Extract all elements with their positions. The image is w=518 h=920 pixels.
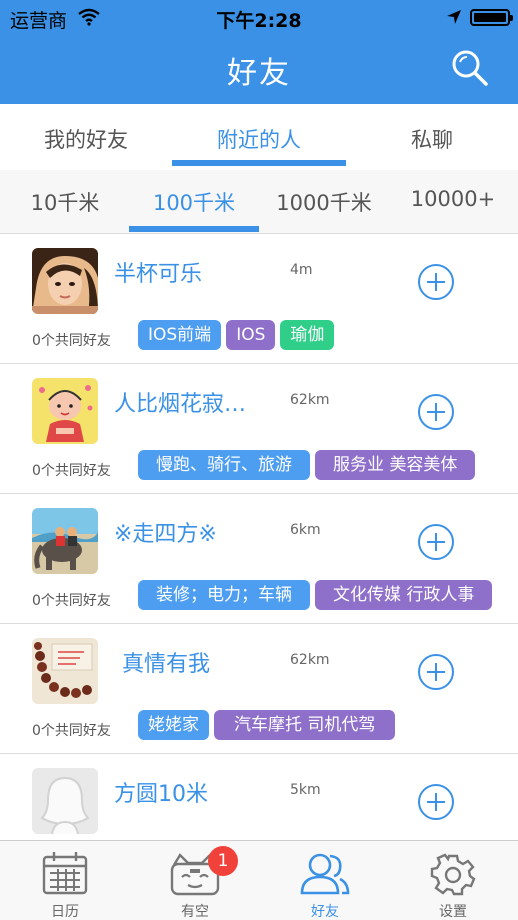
person-name[interactable]: 方圆10米: [114, 776, 208, 808]
distance-label: 62km: [290, 652, 330, 668]
mutual-friends-count: 0个共同好友: [32, 463, 111, 479]
tag: IOS: [226, 320, 276, 350]
tag-list: 慢跑、骑行、旅游 服务业 美容美体: [138, 450, 480, 480]
add-friend-button[interactable]: [418, 784, 454, 820]
list-item[interactable]: ※走四方※ 6km 0个共同好友 装修；电力；车辆 文化传媒 行政人事: [0, 494, 518, 624]
person-name[interactable]: 人比烟花寂…: [114, 386, 246, 418]
avatar[interactable]: [32, 508, 98, 574]
person-name[interactable]: 半杯可乐: [114, 256, 202, 288]
add-friend-button[interactable]: [418, 394, 454, 430]
tag: 汽车摩托 司机代驾: [214, 710, 396, 740]
tag-list: IOS前端 IOS 瑜伽: [138, 320, 339, 350]
avatar[interactable]: [32, 248, 98, 314]
status-bar: 运营商 下午2:28: [0, 0, 518, 34]
distance-label: 4m: [290, 262, 313, 278]
tab-indicator: [172, 160, 346, 166]
tag: 文化传媒 行政人事: [315, 580, 493, 610]
tabbar-label: 设置: [439, 904, 467, 920]
mutual-friends-count: 0个共同好友: [32, 333, 111, 349]
calendar-icon: [0, 851, 130, 897]
list-item[interactable]: 人比烟花寂… 62km 0个共同好友 慢跑、骑行、旅游 服务业 美容美体: [0, 364, 518, 494]
tag: IOS前端: [138, 320, 222, 350]
tab-nearby-people[interactable]: 附近的人: [172, 124, 346, 154]
distance-label: 62km: [290, 392, 330, 408]
tag: 装修；电力；车辆: [138, 580, 310, 610]
distance-label: 6km: [290, 522, 321, 538]
list-item[interactable]: 真情有我 62km 0个共同好友 姥姥家 汽车摩托 司机代驾: [0, 624, 518, 754]
avatar[interactable]: [32, 378, 98, 444]
tag: 慢跑、骑行、旅游: [138, 450, 310, 480]
distance-label: 5km: [290, 782, 321, 798]
notification-badge: 1: [208, 846, 238, 876]
search-icon[interactable]: [450, 48, 490, 92]
add-friend-button[interactable]: [418, 264, 454, 300]
list-item[interactable]: 半杯可乐 4m 0个共同好友 IOS前端 IOS 瑜伽: [0, 234, 518, 364]
page-title: 好友: [227, 56, 291, 91]
gear-icon: [388, 851, 518, 897]
friends-icon: [260, 851, 390, 897]
tabbar-item-free[interactable]: 有空: [130, 841, 260, 920]
add-friend-button[interactable]: [418, 654, 454, 690]
person-name[interactable]: ※走四方※: [114, 516, 217, 548]
tab-100km[interactable]: 100千米: [129, 187, 259, 217]
mutual-friends-count: 0个共同好友: [32, 593, 111, 609]
tag: 瑜伽: [280, 320, 335, 350]
distance-tab-indicator: [129, 226, 259, 232]
tag-list: 装修；电力；车辆 文化传媒 行政人事: [138, 580, 497, 610]
add-friend-button[interactable]: [418, 524, 454, 560]
tab-10000plus[interactable]: 10000+: [388, 187, 518, 211]
tabbar-label: 好友: [311, 904, 339, 920]
tabbar-item-friends[interactable]: 好友: [260, 841, 390, 920]
avatar[interactable]: [32, 768, 98, 834]
tabbar-label: 日历: [51, 904, 79, 920]
mutual-friends-count: 0个共同好友: [32, 723, 111, 739]
friend-category-tabs: 我的好友 附近的人 私聊: [0, 104, 518, 170]
person-name[interactable]: 真情有我: [122, 646, 210, 678]
tab-10km[interactable]: 10千米: [0, 187, 130, 217]
status-time: 下午2:28: [216, 10, 302, 32]
tab-private-chat[interactable]: 私聊: [346, 124, 518, 154]
tabbar-item-calendar[interactable]: 日历: [0, 841, 130, 920]
location-arrow-icon: [446, 9, 462, 29]
list-item[interactable]: 方圆10米 5km: [0, 754, 518, 840]
tag-list: 姥姥家 汽车摩托 司机代驾: [138, 710, 400, 740]
tabbar-label: 有空: [181, 904, 209, 920]
battery-icon: [470, 9, 513, 26]
bottom-tab-bar: 日历 有空 好友 设置: [0, 840, 518, 920]
tab-my-friends[interactable]: 我的好友: [0, 124, 172, 154]
tabbar-item-settings[interactable]: 设置: [388, 841, 518, 920]
nearby-people-list[interactable]: 半杯可乐 4m 0个共同好友 IOS前端 IOS 瑜伽 人比烟花寂… 62km …: [0, 234, 518, 840]
tag: 姥姥家: [138, 710, 209, 740]
avatar[interactable]: [32, 638, 98, 704]
cat-face-icon: [130, 851, 260, 897]
tag: 服务业 美容美体: [315, 450, 476, 480]
nav-bar: 好友: [0, 34, 518, 104]
distance-tabs: 10千米 100千米 1000千米 10000+: [0, 170, 518, 234]
tab-1000km[interactable]: 1000千米: [259, 187, 389, 217]
